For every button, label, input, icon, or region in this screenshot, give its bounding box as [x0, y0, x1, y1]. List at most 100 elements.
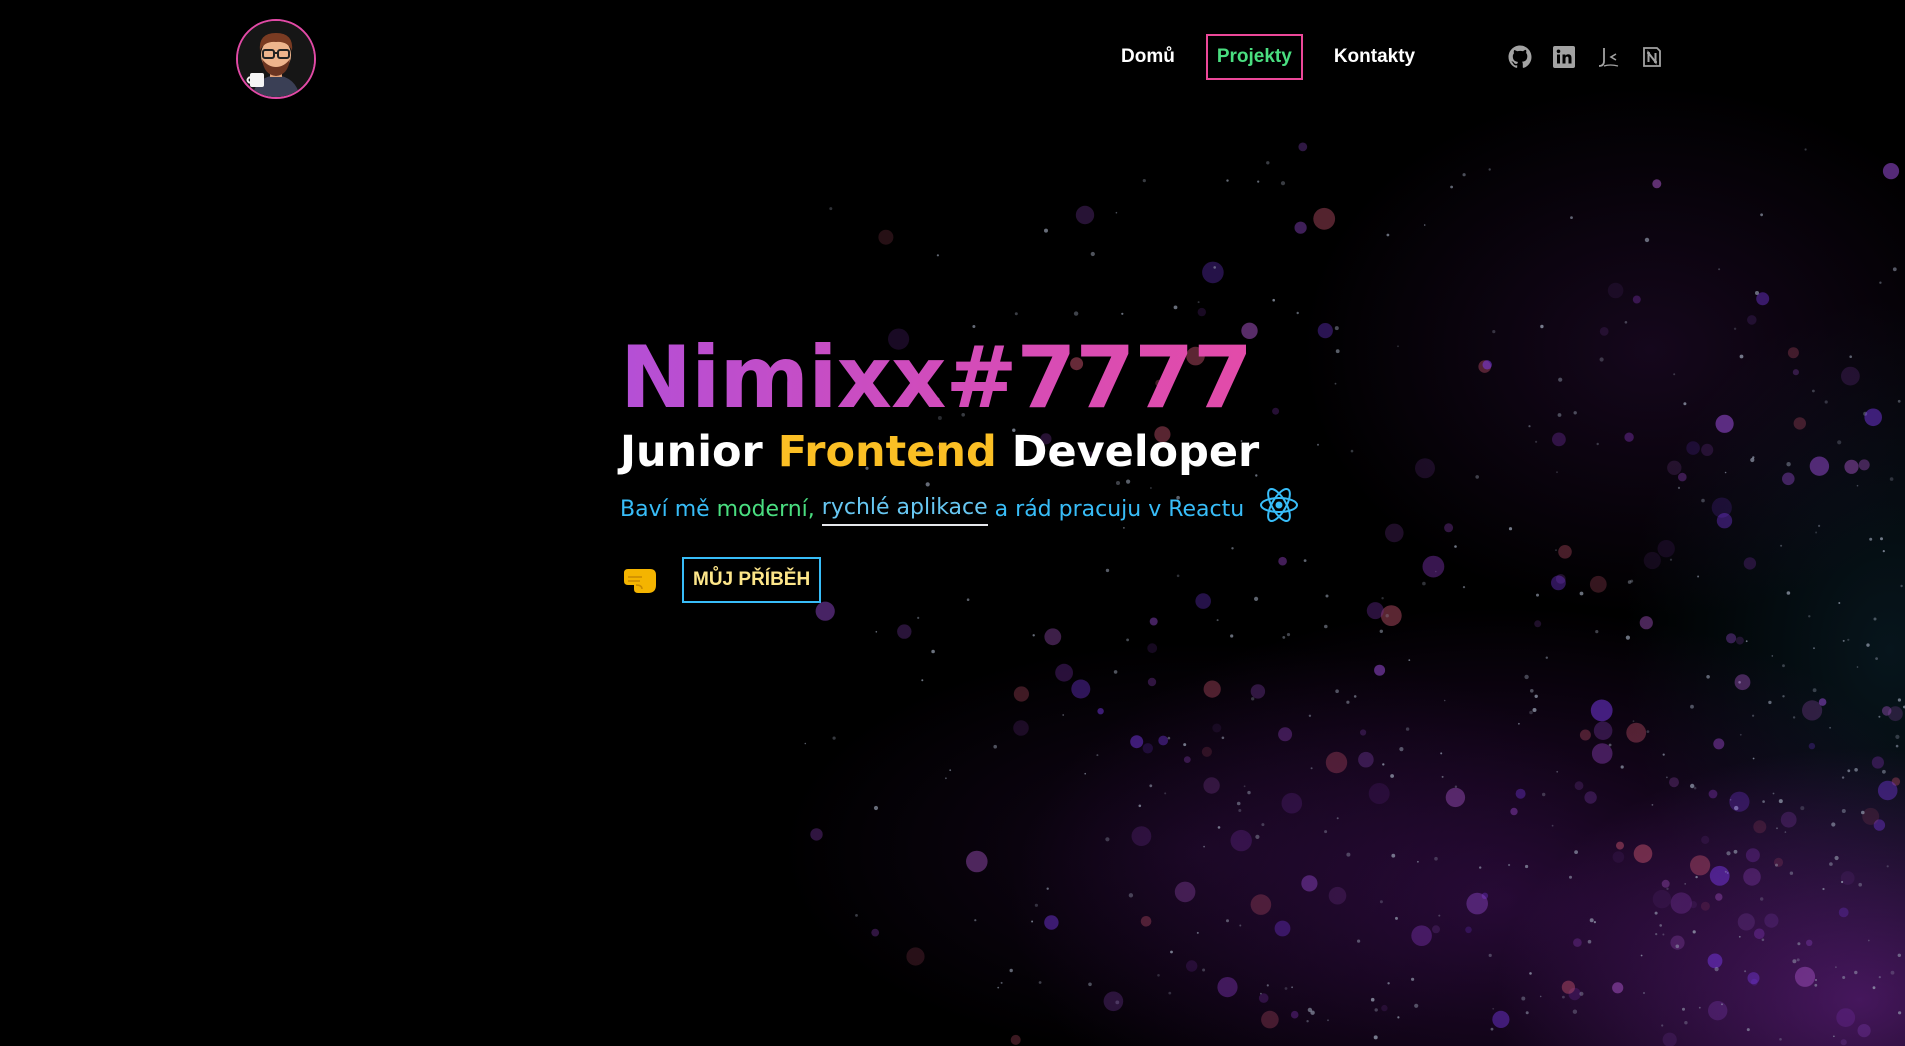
particle	[1735, 636, 1744, 645]
notion-icon[interactable]	[1640, 45, 1664, 69]
particle	[1612, 982, 1624, 994]
particle	[1529, 710, 1533, 715]
particle	[1841, 880, 1844, 884]
particle	[1258, 993, 1269, 1003]
particle	[1644, 237, 1650, 243]
particle	[1131, 826, 1152, 846]
avatar[interactable]	[236, 19, 316, 99]
particle	[1643, 992, 1645, 994]
particle	[1806, 939, 1813, 946]
particle	[1385, 614, 1389, 618]
particle	[1849, 355, 1852, 359]
particle	[1201, 746, 1212, 757]
particle	[1724, 870, 1727, 873]
particle	[1532, 708, 1537, 712]
particle	[1873, 819, 1886, 831]
particle	[1659, 924, 1662, 927]
particle	[1895, 734, 1900, 740]
particle	[878, 229, 894, 245]
particle	[1773, 857, 1784, 868]
particle	[1775, 863, 1778, 867]
particle	[1651, 804, 1654, 806]
jsfiddle-icon[interactable]	[1596, 45, 1620, 69]
particle	[1745, 640, 1748, 643]
particle	[1435, 570, 1437, 573]
nav-link-projekty[interactable]: Projekty	[1205, 34, 1303, 80]
particle	[897, 624, 912, 639]
particle	[1183, 743, 1187, 747]
particle	[966, 850, 988, 873]
particle	[1317, 443, 1319, 446]
particle	[1226, 919, 1229, 923]
particle	[1243, 785, 1246, 788]
nav-link-domu[interactable]: Domů	[1110, 34, 1186, 80]
particle	[1280, 181, 1286, 186]
particle	[1445, 787, 1466, 808]
particle	[1088, 982, 1092, 987]
particle	[1572, 1009, 1578, 1014]
particle	[1708, 789, 1718, 799]
particle	[1274, 920, 1291, 937]
particle	[1714, 967, 1719, 972]
particle	[1438, 914, 1441, 917]
particle	[1140, 916, 1152, 927]
particle	[1753, 820, 1767, 834]
particle	[1829, 862, 1833, 866]
linkedin-icon[interactable]	[1552, 45, 1576, 69]
particle	[1707, 953, 1723, 969]
particle	[1589, 918, 1594, 923]
particle	[1382, 763, 1385, 766]
particle	[1508, 527, 1513, 531]
particle	[1380, 605, 1402, 626]
github-icon[interactable]	[1508, 45, 1532, 69]
particle	[1829, 726, 1831, 729]
particle	[1303, 559, 1307, 562]
particle	[1787, 347, 1799, 359]
particle	[1415, 458, 1435, 479]
particle	[1750, 978, 1758, 986]
particle	[1044, 915, 1059, 930]
particle	[1792, 369, 1799, 376]
particle	[1395, 916, 1398, 920]
particle	[1792, 959, 1797, 964]
particle	[1534, 694, 1538, 698]
nav-link-kontakty[interactable]: Kontakty	[1323, 34, 1426, 80]
particle	[1508, 863, 1511, 867]
particle	[1667, 460, 1682, 475]
particle	[1556, 471, 1558, 474]
particle	[1706, 675, 1710, 679]
particle	[810, 828, 823, 841]
particle	[1334, 326, 1339, 331]
particle	[1255, 834, 1260, 840]
particle	[1841, 776, 1845, 779]
particle	[1525, 864, 1529, 869]
particle	[1306, 1020, 1309, 1023]
particle	[1854, 970, 1858, 975]
particle	[1760, 213, 1763, 217]
particle	[1213, 266, 1216, 269]
particle	[815, 601, 835, 621]
particle	[1414, 1003, 1419, 1008]
particle	[1593, 721, 1613, 740]
particle	[1334, 382, 1337, 385]
particle	[1115, 211, 1118, 214]
particle	[1682, 1007, 1685, 1011]
particle	[1090, 251, 1095, 257]
particle	[1031, 920, 1034, 923]
particle	[1875, 657, 1878, 660]
particle	[1746, 1028, 1750, 1032]
particle	[1695, 875, 1698, 879]
particle	[1666, 776, 1668, 779]
particle	[1873, 617, 1877, 621]
particle	[1662, 933, 1665, 936]
particle	[1128, 893, 1134, 898]
particle	[1643, 551, 1661, 570]
my-story-button[interactable]: MŮJ PŘÍBĚH	[682, 557, 822, 603]
particle	[1861, 810, 1865, 815]
particle	[1752, 456, 1755, 459]
hero-title: Nimixx#7777	[620, 330, 1300, 426]
particle	[1891, 777, 1901, 786]
particle	[1815, 979, 1817, 981]
particle	[1525, 1011, 1529, 1015]
particle	[1897, 698, 1901, 702]
